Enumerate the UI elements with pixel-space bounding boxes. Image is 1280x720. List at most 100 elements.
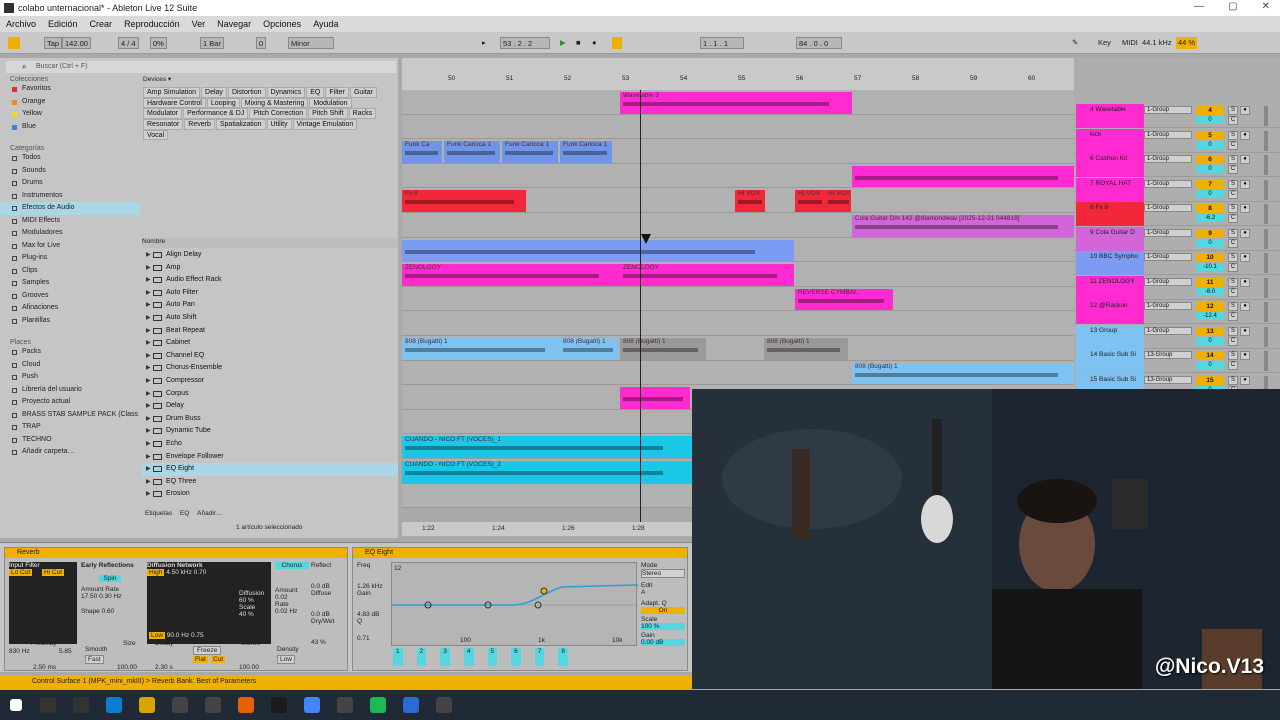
expand-icon[interactable]: ▶ [146,350,151,363]
tag-chip[interactable]: Pitch Shift [308,108,348,120]
browser-item[interactable]: ▶ Dynamic Tube [142,425,398,438]
solo-button[interactable]: S [1228,179,1238,189]
eq-display[interactable]: 12 100 1k 10k [391,562,639,646]
eq-band-toggle[interactable]: 6 [511,648,521,666]
flat-button[interactable]: Flat [193,656,208,663]
output-select[interactable]: 1-Group [1144,179,1192,188]
eq-band-toggle[interactable]: 3 [440,648,450,666]
expand-icon[interactable]: ▶ [146,488,151,501]
position-field[interactable]: 53 . 2 . 2 [500,37,550,49]
solo-button[interactable]: S [1228,204,1238,213]
output-select[interactable]: 1-Group [1144,204,1192,212]
chorus-amount[interactable]: 0.02 [275,594,309,601]
crossfade-button[interactable]: C [1228,361,1238,370]
maximize-button[interactable]: ▢ [1228,1,1237,12]
track-activator[interactable]: 12 [1196,302,1224,311]
track-name-cell[interactable]: 13 Group [1076,324,1144,349]
eq-band-toggle[interactable]: 1 [393,648,403,666]
category-item[interactable]: Plantillas [0,315,140,328]
scale-menu[interactable]: Minor [288,37,334,49]
clip[interactable]: 808 (Bugatti) 1 [620,338,706,360]
mode-menu[interactable]: Stereo [641,569,685,578]
output-select[interactable]: 1-Group [1144,326,1192,335]
browser-item[interactable]: ▶ Amp [142,262,398,275]
place-item[interactable]: TRAP [0,421,140,434]
tag-chip[interactable]: Filter [325,87,349,98]
tag-chip[interactable]: Performance & DJ [183,108,249,120]
tempo-field[interactable]: 142.00 [62,37,91,49]
track-header[interactable]: 12 @Rackon 1-Group 12 -12.4 S ● C [1074,300,1280,324]
pencil-icon[interactable]: ✎ [1070,37,1080,49]
place-item[interactable]: Librería del usuario [0,384,140,397]
track-name-cell[interactable]: 9 Cola Guitar D [1076,226,1144,251]
clip[interactable]: Funk Carioca 1 [444,141,500,163]
arm-button[interactable]: ● [1240,106,1250,115]
low-freq[interactable]: 90.0 Hz [167,632,189,639]
tag-chip[interactable]: Looping [206,97,240,109]
output-select[interactable]: 1-Group [1144,228,1192,237]
play-from-icon[interactable]: ▸ [480,37,488,49]
volume-field[interactable]: -8.0 [1196,287,1224,296]
place-item[interactable]: BRASS STAB SAMPLE PACK (Class [0,409,140,422]
tap-button[interactable]: Tap [44,37,63,49]
clip[interactable]: 808 (Bugatti) 1 [764,338,848,360]
expand-icon[interactable]: ▶ [146,438,151,451]
expand-icon[interactable]: ▶ [146,388,151,401]
windows-start-icon[interactable] [10,699,22,711]
expand-icon[interactable]: ▶ [146,463,151,476]
firefox-icon[interactable] [238,697,254,713]
shape-value[interactable]: 0.60 [102,608,115,615]
tag-chip[interactable]: Resonator [143,119,184,130]
app-icon[interactable] [403,697,419,713]
clip[interactable]: CUANDO - NICO FT (VOCES)_1 [402,436,692,458]
tag-chip[interactable]: Vocal [143,129,169,141]
track-header[interactable]: 4 Wavetable 1-Group 4 0 S ● C [1074,104,1280,128]
track-name-cell[interactable]: 6 Cashon Kit [1076,153,1144,177]
arm-button[interactable]: ● [1240,302,1250,311]
menu-opciones[interactable]: Opciones [263,16,301,32]
browser-item[interactable]: ▶ Chorus-Ensemble [142,362,398,375]
menu-crear[interactable]: Crear [90,16,113,32]
tag-chip[interactable]: Reverb [184,119,215,130]
crossfade-button[interactable]: C [1228,287,1238,297]
category-item[interactable]: Instrumentos [0,190,140,203]
tag-chip[interactable]: Guitar [349,87,377,98]
track-name-cell[interactable]: kick [1076,128,1144,153]
expand-icon[interactable]: ▶ [146,476,151,489]
browser-item[interactable]: ▶ Echo [142,438,398,451]
arm-button[interactable]: ● [1240,155,1250,164]
arm-button[interactable]: ● [1240,351,1250,360]
play-button[interactable]: ▶ [558,37,568,49]
expand-icon[interactable]: ▶ [146,262,151,275]
clip[interactable]: REVERSE CYMBAL [795,288,893,311]
clip[interactable]: Funk Ca [402,141,442,163]
arm-button[interactable]: ● [1240,204,1250,213]
record-button[interactable]: ● [590,37,599,49]
time-signature[interactable]: 4 / 4 [118,37,139,49]
live-active-icon[interactable] [436,697,452,713]
hicut-button[interactable]: Hi Cut [41,569,65,576]
solo-button[interactable]: S [1228,302,1238,311]
menu-ayuda[interactable]: Ayuda [313,16,338,32]
browser-item[interactable]: ▶ Envelope Follower [142,451,398,464]
category-item[interactable]: Max for Live [0,240,140,253]
expand-icon[interactable]: ▶ [146,425,151,438]
low-ratio[interactable]: 0.75 [191,632,204,639]
menu-edicion[interactable]: Edición [48,16,78,32]
size-value[interactable]: 100.00 [117,664,137,671]
tag-eq[interactable]: EQ [180,510,189,517]
crossfade-button[interactable]: C [1228,312,1238,321]
track-lane[interactable] [402,286,1080,312]
expand-icon[interactable]: ▶ [146,413,151,426]
track-activator[interactable]: 11 [1196,277,1224,287]
clip[interactable]: 808 (Bugatti) 1 [560,338,618,360]
solo-button[interactable]: S [1228,155,1238,164]
clip[interactable]: Funk Carioca 1 [502,141,558,163]
high-freq[interactable]: 4.50 kHz [166,569,192,576]
chorus-rate[interactable]: 0.02 Hz [275,608,309,615]
tag-chip[interactable]: Pitch Correction [249,108,308,120]
solo-button[interactable]: S [1228,253,1238,262]
minimize-button[interactable]: — [1194,1,1204,12]
groove-amount[interactable]: 0% [150,37,167,49]
eq-gain-value[interactable]: 4.83 dB [357,611,387,618]
